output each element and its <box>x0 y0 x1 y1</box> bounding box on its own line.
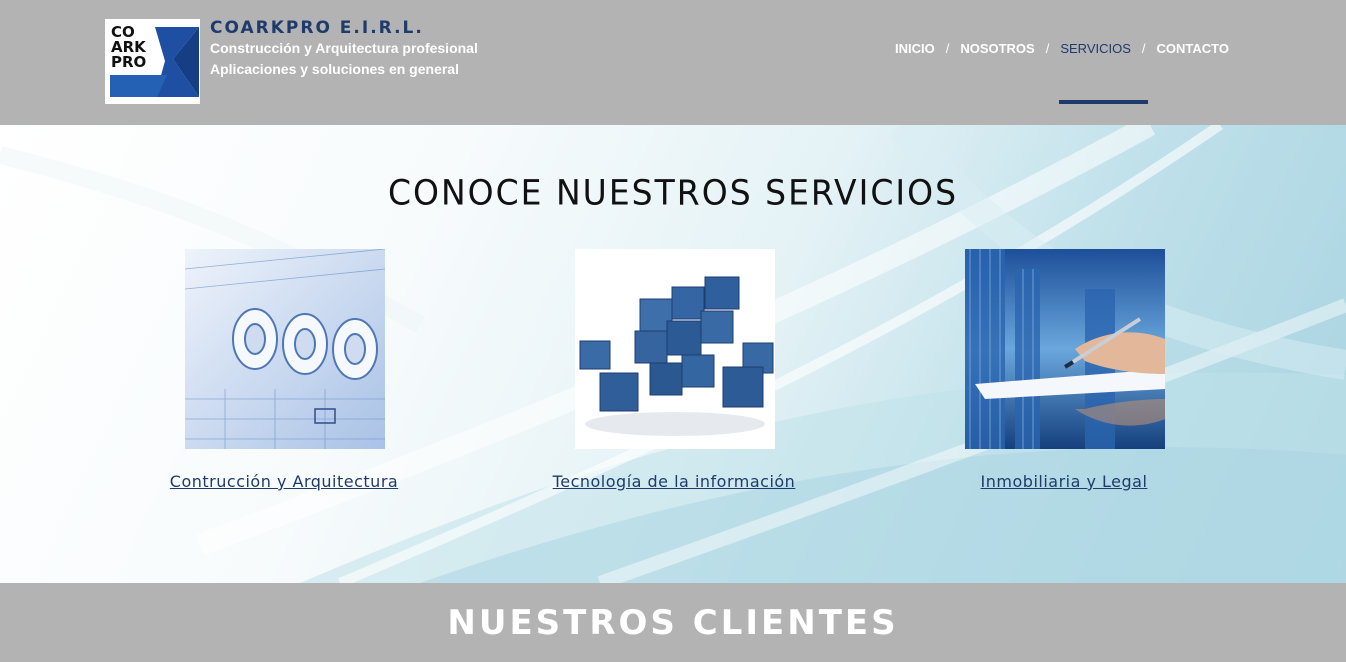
main-nav: INICIO / NOSOTROS / SERVICIOS / CONTACTO <box>895 41 1229 56</box>
nav-separator: / <box>945 41 950 56</box>
service-link-inmobiliaria[interactable]: Inmobiliaria y Legal <box>904 472 1224 491</box>
service-link-construccion[interactable]: Contrucción y Arquitectura <box>124 472 444 491</box>
nav-nosotros[interactable]: NOSOTROS <box>960 41 1034 56</box>
tagline-applications: Aplicaciones y soluciones en general <box>210 61 459 77</box>
nav-servicios[interactable]: SERVICIOS <box>1060 41 1131 56</box>
blueprints-image <box>185 249 385 449</box>
site-header: CO ARK PRO COARKPRO E.I.R.L. Construcció… <box>0 0 1346 125</box>
company-logo[interactable]: CO ARK PRO <box>105 19 200 104</box>
nav-contacto[interactable]: CONTACTO <box>1157 41 1229 56</box>
tagline-construction: Construcción y Arquitectura profesional <box>210 40 478 56</box>
clients-section: NUESTROS CLIENTES <box>0 583 1346 662</box>
services-section: CONOCE NUESTROS SERVICIOS Contrucción y … <box>0 125 1346 583</box>
nav-inicio[interactable]: INICIO <box>895 41 935 56</box>
clients-title: NUESTROS CLIENTES <box>447 603 899 643</box>
active-nav-indicator <box>1059 100 1148 104</box>
company-name: COARKPRO E.I.R.L. <box>210 18 424 38</box>
services-title: CONOCE NUESTROS SERVICIOS <box>387 172 959 213</box>
blue-cubes-image <box>575 249 775 449</box>
brand-block: COARKPRO E.I.R.L. Construcción y Arquite… <box>210 18 478 80</box>
logo-mark: CO ARK PRO <box>105 19 200 104</box>
logo-text-pro: PRO <box>111 53 146 71</box>
nav-separator: / <box>1141 41 1146 56</box>
nav-separator: / <box>1045 41 1050 56</box>
business-signing-image <box>965 249 1165 449</box>
service-link-tecnologia[interactable]: Tecnología de la información <box>514 472 834 491</box>
